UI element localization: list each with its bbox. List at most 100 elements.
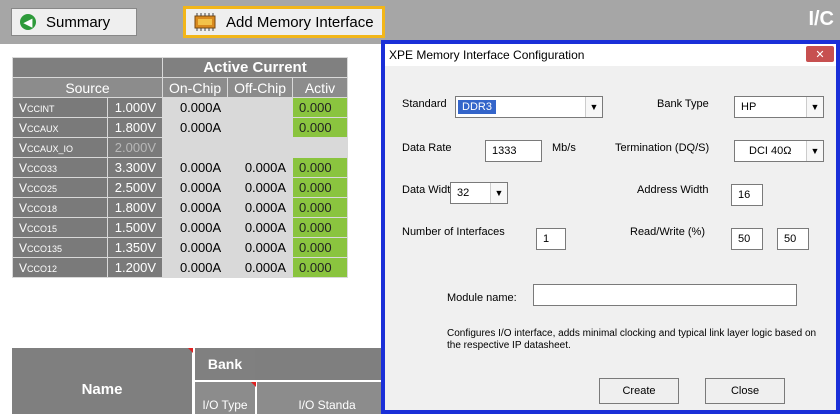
module-name-label: Module name: (447, 292, 517, 304)
create-button[interactable]: Create (599, 378, 679, 404)
chevron-down-icon: ▼ (806, 97, 823, 117)
offchip-current (227, 117, 294, 138)
back-arrow-icon: ◀ (20, 14, 36, 30)
table-row: VCCO135 1.350V 0.000A 0.000A 0.000 (12, 237, 349, 258)
onchip-current: 0.000A (161, 197, 229, 218)
source-voltage[interactable]: 1.500V (107, 217, 163, 238)
address-width-input[interactable]: 16 (731, 184, 763, 206)
bank-header-area: Name Bank I/O Type I/O Standa (12, 348, 397, 414)
chevron-down-icon: ▼ (490, 183, 507, 203)
source-voltage[interactable]: 1.200V (107, 257, 163, 278)
source-header: Source (12, 77, 163, 98)
active-current: 0.000 (292, 97, 349, 118)
source-name: VCCO18 (12, 197, 108, 218)
table-row: VCCAUX_IO 2.000V (12, 137, 349, 158)
module-name-input[interactable] (533, 284, 797, 306)
blank-header (12, 57, 163, 78)
active-current: 0.000 (292, 117, 349, 138)
onchip-header: On-Chip (161, 77, 229, 98)
table-row: VCCO15 1.500V 0.000A 0.000A 0.000 (12, 217, 349, 238)
section-title: I/C (808, 8, 834, 30)
table-row: VCCO12 1.200V 0.000A 0.000A 0.000 (12, 257, 349, 278)
source-name: VCCO135 (12, 237, 108, 258)
name-header: Name (12, 348, 192, 414)
source-voltage[interactable]: 1.000V (107, 97, 163, 118)
read-percent-input[interactable]: 50 (731, 228, 763, 250)
onchip-current: 0.000A (161, 217, 229, 238)
onchip-current: 0.000A (161, 237, 229, 258)
offchip-header: Off-Chip (227, 77, 294, 98)
data-width-label: Data Width (402, 184, 457, 196)
active-header: Activ (292, 77, 349, 98)
table-row: VCCINT 1.000V 0.000A 0.000 (12, 97, 349, 118)
source-name: VCCAUX_IO (12, 137, 108, 158)
offchip-current (227, 97, 294, 118)
source-name: VCCAUX (12, 117, 108, 138)
source-voltage[interactable]: 1.350V (107, 237, 163, 258)
data-width-value: 32 (457, 187, 470, 199)
data-rate-unit: Mb/s (552, 142, 576, 154)
dialog-description: Configures I/O interface, adds minimal c… (447, 328, 817, 351)
standard-label: Standard (402, 98, 447, 110)
dialog-title: XPE Memory Interface Configuration (385, 44, 836, 66)
data-rate-input[interactable]: 1333 (485, 140, 542, 162)
offchip-current (227, 137, 294, 158)
offchip-current: 0.000A (227, 257, 294, 278)
comment-marker (251, 382, 256, 387)
onchip-current: 0.000A (161, 177, 229, 198)
source-voltage[interactable]: 2.000V (107, 137, 163, 158)
source-name: VCCO33 (12, 157, 108, 178)
source-name: VCCO12 (12, 257, 108, 278)
termination-value: DCI 40Ω (749, 145, 792, 157)
memory-chip-icon (194, 13, 216, 31)
data-width-select[interactable]: 32 ▼ (450, 182, 508, 204)
offchip-current: 0.000A (227, 177, 294, 198)
active-current: 0.000 (292, 177, 349, 198)
dialog-close-icon[interactable]: ✕ (806, 46, 834, 62)
data-rate-label: Data Rate (402, 142, 452, 154)
offchip-current: 0.000A (227, 197, 294, 218)
active-current: 0.000 (292, 257, 349, 278)
active-current: 0.000 (292, 197, 349, 218)
source-voltage[interactable]: 1.800V (107, 117, 163, 138)
memory-interface-dialog: XPE Memory Interface Configuration ✕ Sta… (381, 40, 840, 414)
table-row: VCCO18 1.800V 0.000A 0.000A 0.000 (12, 197, 349, 218)
source-name: VCCO15 (12, 217, 108, 238)
read-write-label: Read/Write (%) (630, 226, 705, 238)
standard-select[interactable]: DDR3 ▼ (455, 96, 603, 118)
active-current: 0.000 (292, 237, 349, 258)
active-current: 0.000 (292, 217, 349, 238)
bank-type-select[interactable]: HP ▼ (734, 96, 824, 118)
comment-marker (188, 348, 193, 353)
close-button[interactable]: Close (705, 378, 785, 404)
onchip-current: 0.000A (161, 117, 229, 138)
source-voltage[interactable]: 3.300V (107, 157, 163, 178)
onchip-current (161, 137, 229, 158)
num-interfaces-input[interactable]: 1 (536, 228, 566, 250)
active-current-title: Active Current (161, 57, 349, 78)
onchip-current: 0.000A (161, 257, 229, 278)
summary-button[interactable]: ◀ Summary (11, 8, 137, 36)
termination-select[interactable]: DCI 40Ω ▼ (734, 140, 824, 162)
active-current (292, 137, 349, 158)
source-voltage[interactable]: 1.800V (107, 197, 163, 218)
active-current: 0.000 (292, 157, 349, 178)
bank-type-label: Bank Type (657, 98, 709, 110)
summary-label: Summary (46, 13, 111, 31)
offchip-current: 0.000A (227, 237, 294, 258)
chevron-down-icon: ▼ (806, 141, 823, 161)
onchip-current: 0.000A (161, 157, 229, 178)
bank-header: Bank (195, 348, 255, 380)
write-percent-input[interactable]: 50 (777, 228, 809, 250)
toolbar: ◀ Summary Add Memory Interface I/C (0, 0, 840, 44)
add-memory-label: Add Memory Interface (226, 13, 374, 31)
offchip-current: 0.000A (227, 157, 294, 178)
onchip-current: 0.000A (161, 97, 229, 118)
num-interfaces-label: Number of Interfaces (402, 226, 505, 238)
chevron-down-icon: ▼ (585, 97, 602, 117)
add-memory-interface-button[interactable]: Add Memory Interface (183, 6, 385, 38)
source-voltage[interactable]: 2.500V (107, 177, 163, 198)
active-current-table: Active Current Source On-Chip Off-Chip A… (12, 57, 349, 278)
address-width-label: Address Width (637, 184, 709, 196)
termination-label: Termination (DQ/S) (615, 142, 710, 154)
